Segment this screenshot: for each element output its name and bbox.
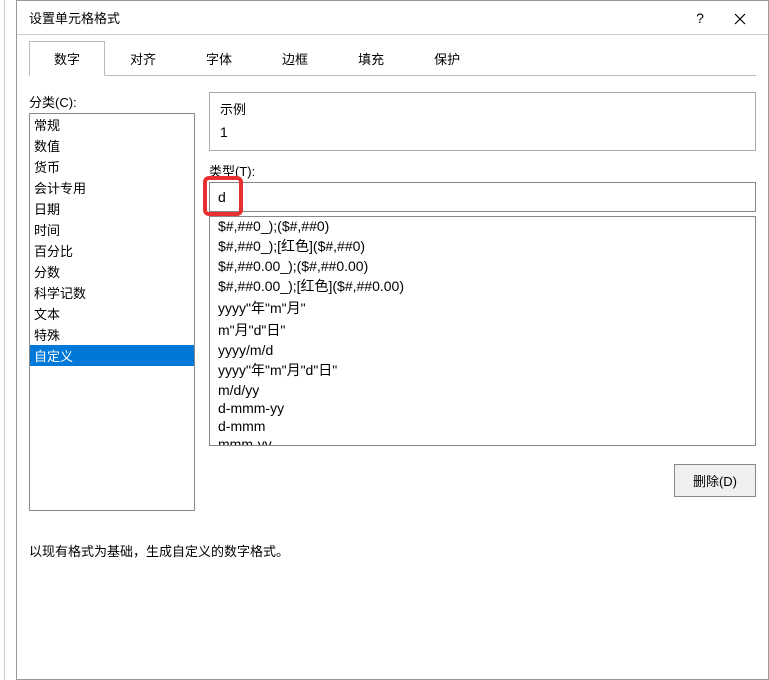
close-icon (734, 13, 746, 25)
type-input-wrap (209, 182, 756, 212)
category-item[interactable]: 会计专用 (30, 177, 194, 198)
format-item[interactable]: $#,##0.00_);($#,##0.00) (210, 257, 755, 275)
category-item[interactable]: 文本 (30, 303, 194, 324)
tabs: 数字 对齐 字体 边框 填充 保护 (29, 41, 756, 76)
category-item[interactable]: 特殊 (30, 324, 194, 345)
category-list[interactable]: 常规 数值 货币 会计专用 日期 时间 百分比 分数 科学记数 文本 特殊 自定… (29, 113, 195, 511)
tab-border[interactable]: 边框 (257, 41, 333, 76)
format-item[interactable]: yyyy"年"m"月"d"日" (210, 359, 755, 381)
category-label: 分类(C): (29, 92, 195, 111)
dialog-title: 设置单元格格式 (29, 8, 680, 27)
close-button[interactable] (720, 10, 760, 25)
category-item[interactable]: 百分比 (30, 240, 194, 261)
sample-value: 1 (220, 124, 745, 140)
category-item[interactable]: 日期 (30, 198, 194, 219)
format-cells-dialog: 设置单元格格式 ? 数字 对齐 字体 边框 填充 保护 分类(C): 常规 数值… (16, 0, 769, 680)
content: 分类(C): 常规 数值 货币 会计专用 日期 时间 百分比 分数 科学记数 文… (17, 76, 768, 523)
titlebar: 设置单元格格式 ? (17, 1, 768, 35)
format-item[interactable]: m/d/yy (210, 381, 755, 399)
category-item[interactable]: 数值 (30, 135, 194, 156)
hint-text: 以现有格式为基础，生成自定义的数字格式。 (29, 541, 756, 560)
category-item[interactable]: 分数 (30, 261, 194, 282)
tab-number[interactable]: 数字 (29, 41, 105, 76)
format-item[interactable]: $#,##0_);($#,##0) (210, 217, 755, 235)
category-column: 分类(C): 常规 数值 货币 会计专用 日期 时间 百分比 分数 科学记数 文… (29, 92, 195, 511)
tab-alignment[interactable]: 对齐 (105, 41, 181, 76)
format-item[interactable]: d-mmm-yy (210, 399, 755, 417)
format-list[interactable]: $#,##0_);($#,##0) $#,##0_);[红色]($#,##0) … (209, 216, 756, 446)
category-item[interactable]: 常规 (30, 114, 194, 135)
format-item[interactable]: d-mmm (210, 417, 755, 435)
format-item[interactable]: m"月"d"日" (210, 319, 755, 341)
sample-box: 示例 1 (209, 92, 756, 151)
tab-fill[interactable]: 填充 (333, 41, 409, 76)
format-item[interactable]: mmm-yy (210, 435, 755, 446)
help-button[interactable]: ? (680, 10, 720, 26)
format-item[interactable]: $#,##0_);[红色]($#,##0) (210, 235, 755, 257)
category-item[interactable]: 货币 (30, 156, 194, 177)
type-label: 类型(T): (209, 161, 756, 180)
delete-button[interactable]: 删除(D) (674, 464, 756, 497)
right-column: 示例 1 类型(T): $#,##0_);($#,##0) $#,##0_);[… (209, 92, 756, 511)
type-input[interactable] (209, 182, 756, 212)
delete-row: 删除(D) (209, 464, 756, 497)
tab-font[interactable]: 字体 (181, 41, 257, 76)
category-item[interactable]: 科学记数 (30, 282, 194, 303)
category-item-custom[interactable]: 自定义 (30, 345, 194, 366)
sample-label: 示例 (220, 99, 745, 118)
tab-protection[interactable]: 保护 (409, 41, 485, 76)
format-item[interactable]: $#,##0.00_);[红色]($#,##0.00) (210, 275, 755, 297)
category-item[interactable]: 时间 (30, 219, 194, 240)
format-item[interactable]: yyyy/m/d (210, 341, 755, 359)
format-item[interactable]: yyyy"年"m"月" (210, 297, 755, 319)
